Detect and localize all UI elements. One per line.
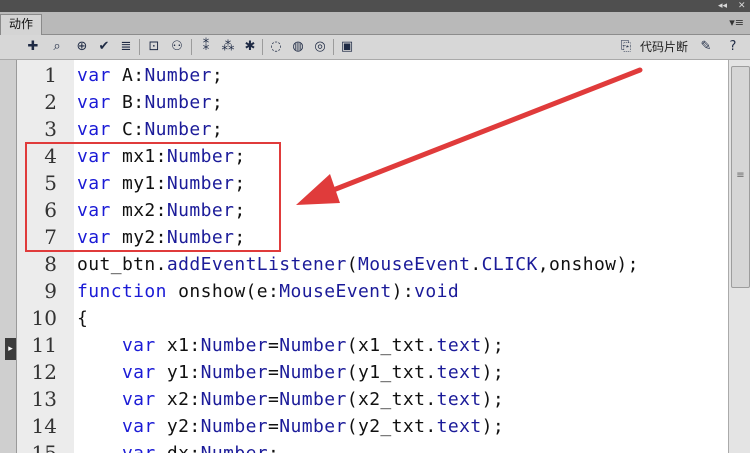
red-arrow-annotation [296,67,643,205]
actions-panel: ◂◂ ✕ 动作 ▾≡ ✚ ⌕ ⊕ ✔ ≣ ⊡ ⚇ ⁑ ⁂ ✱ ◌ ◍ ◎ ▣ ⎘… [0,0,750,453]
